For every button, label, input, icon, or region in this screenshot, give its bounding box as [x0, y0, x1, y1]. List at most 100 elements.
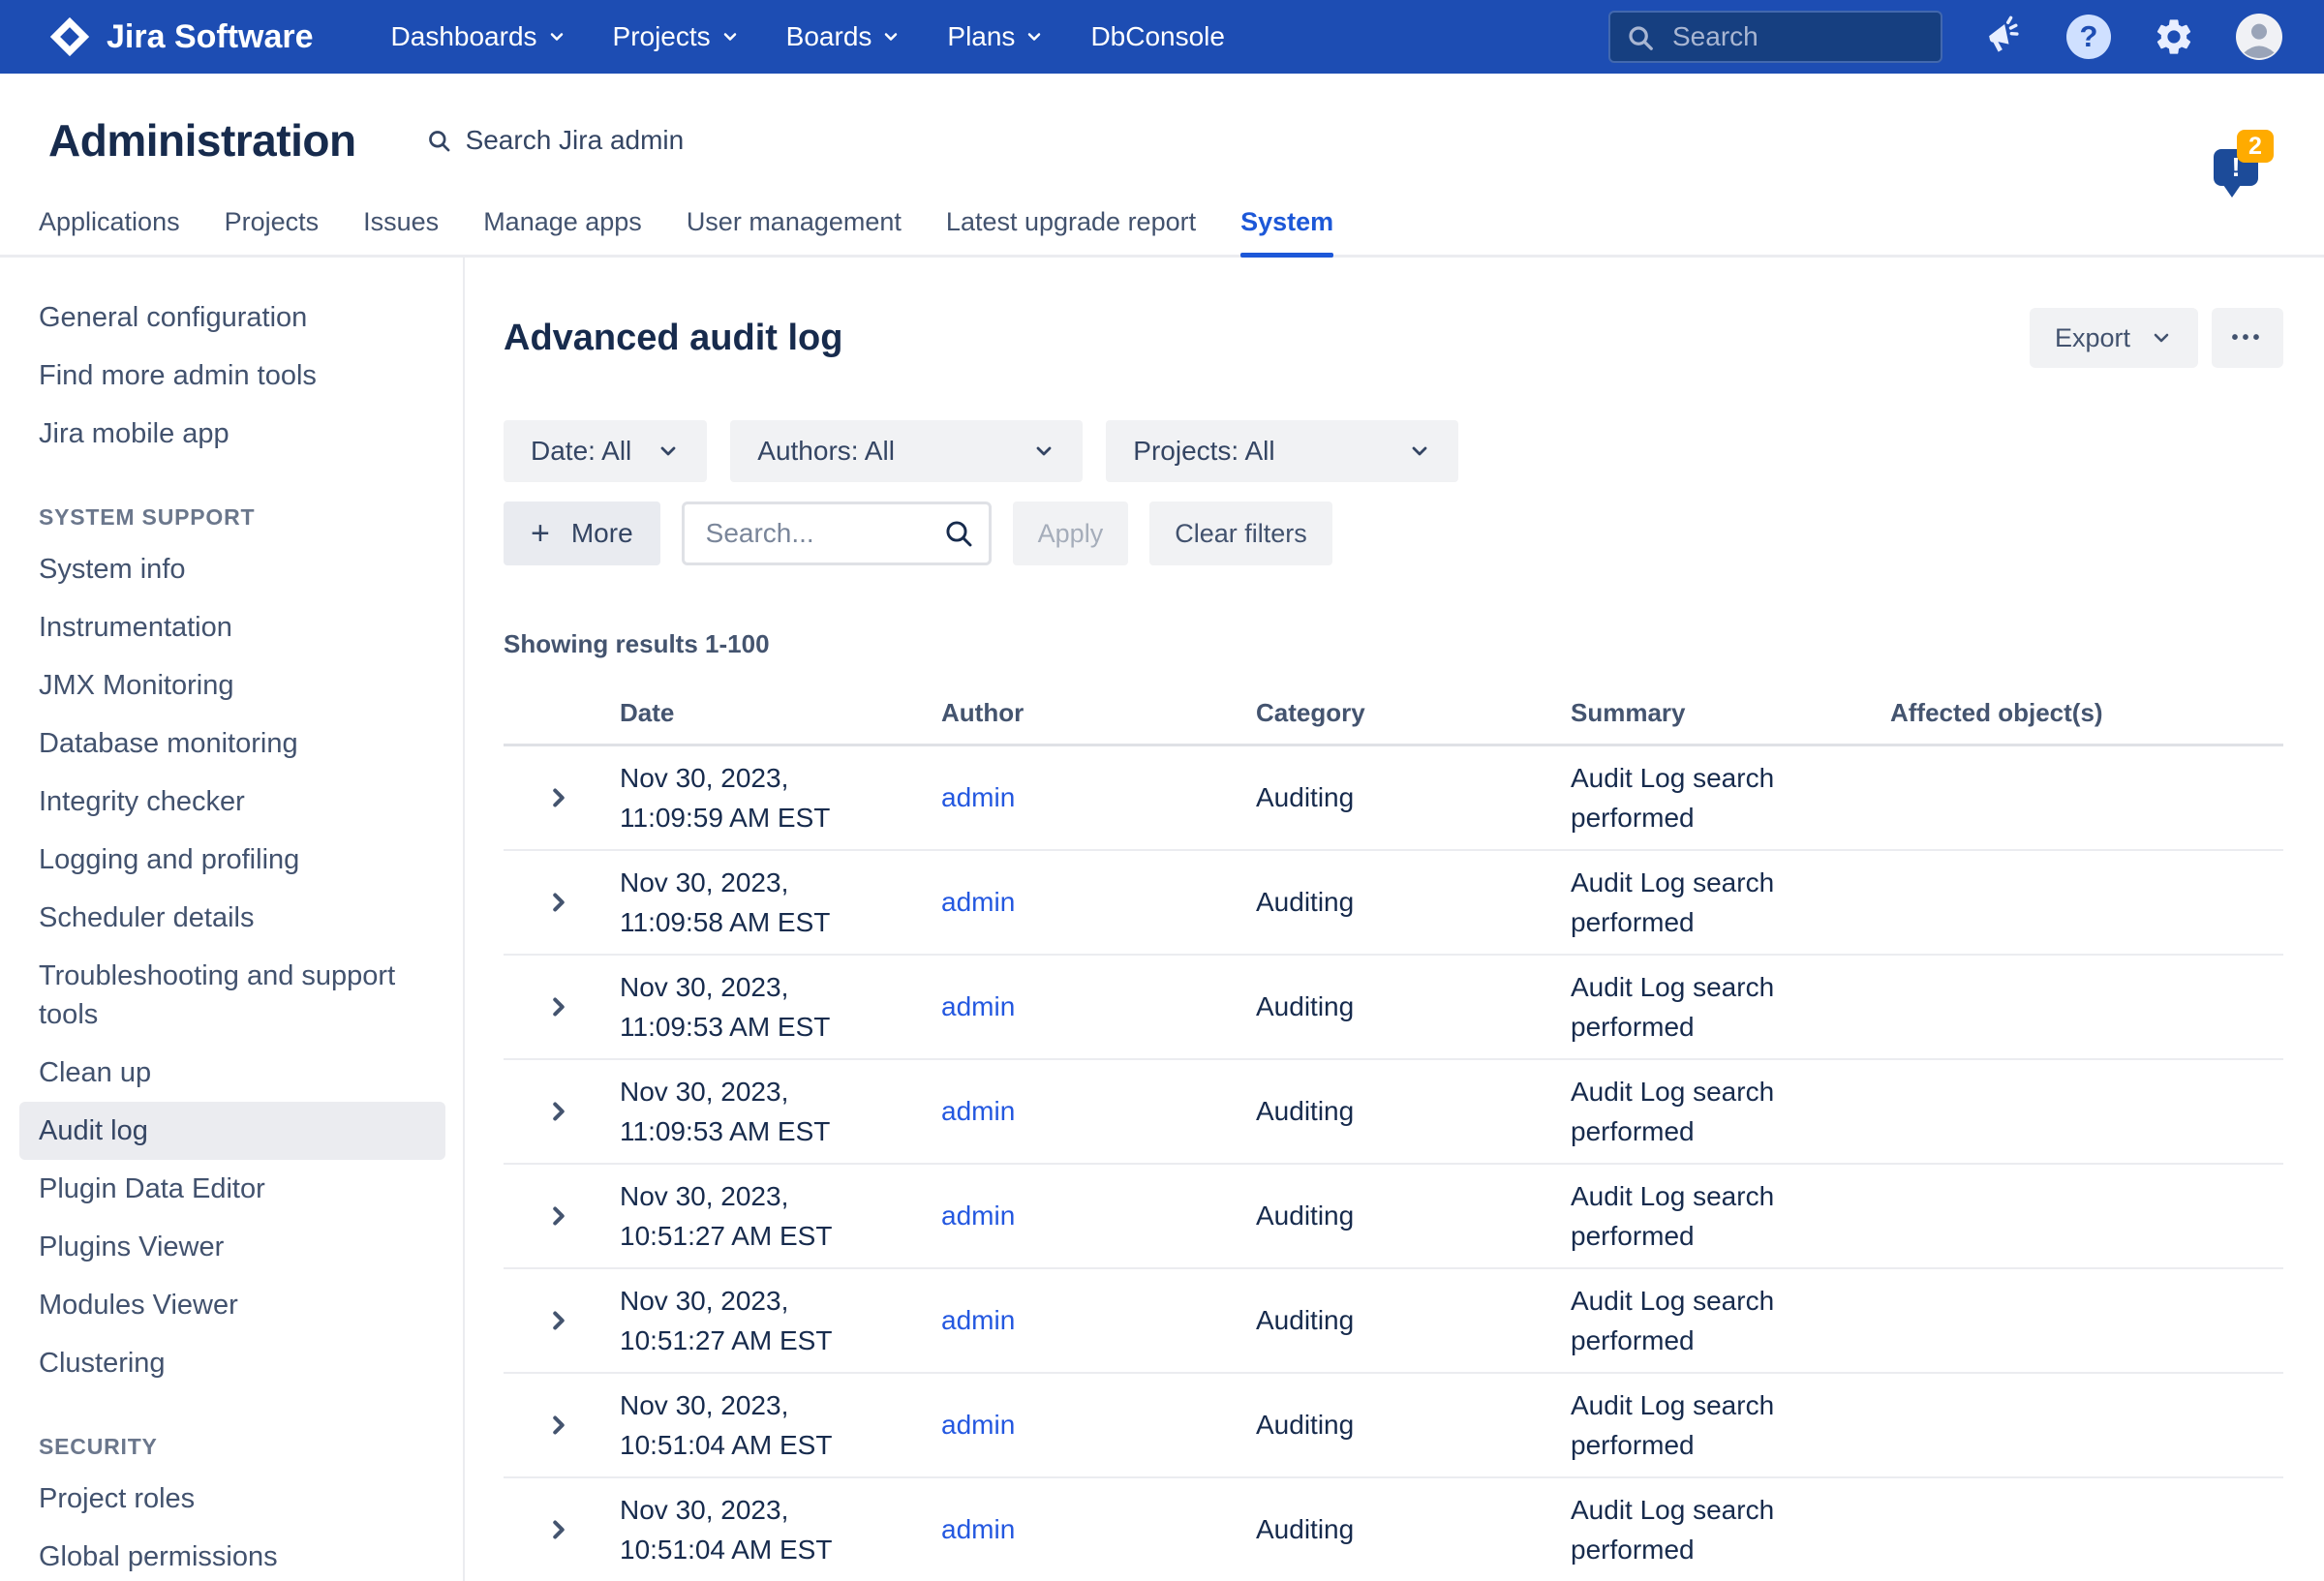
expand-row-icon[interactable]	[504, 1097, 620, 1126]
tab-manage-apps[interactable]: Manage apps	[483, 190, 642, 255]
author-link[interactable]: admin	[941, 887, 1015, 917]
plus-icon: +	[531, 515, 550, 553]
row-date: Nov 30, 2023,	[620, 1385, 941, 1425]
sidebar-item-database-monitoring[interactable]: Database monitoring	[39, 714, 463, 773]
author-link[interactable]: admin	[941, 1305, 1015, 1335]
sidebar-item-instrumentation[interactable]: Instrumentation	[39, 598, 463, 656]
sidebar-item-logging-and-profiling[interactable]: Logging and profiling	[39, 831, 463, 889]
expand-row-icon[interactable]	[504, 992, 620, 1021]
author-link[interactable]: admin	[941, 782, 1015, 812]
tab-projects[interactable]: Projects	[225, 190, 320, 255]
sidebar-item-plugins-viewer[interactable]: Plugins Viewer	[39, 1218, 463, 1276]
expand-row-icon[interactable]	[504, 783, 620, 812]
nav-plans[interactable]: Plans	[947, 21, 1044, 52]
ellipsis-icon: •••	[2231, 327, 2263, 350]
sidebar-item-jira-mobile-app[interactable]: Jira mobile app	[39, 405, 463, 463]
settings-gear-icon[interactable]	[2150, 13, 2198, 61]
sidebar-item-find-more-admin-tools[interactable]: Find more admin tools	[39, 347, 463, 405]
user-avatar[interactable]	[2235, 13, 2283, 61]
sidebar-item-troubleshooting-and-support-tools[interactable]: Troubleshooting and support tools	[39, 947, 407, 1044]
page-title: Administration	[48, 114, 356, 167]
tab-system[interactable]: System	[1240, 190, 1333, 255]
sidebar-item-clustering[interactable]: Clustering	[39, 1334, 463, 1392]
top-navbar: Jira Software Dashboards Projects Boards…	[0, 0, 2324, 74]
sidebar-item-scheduler-details[interactable]: Scheduler details	[39, 889, 463, 947]
table-row: Nov 30, 2023,10:51:04 AM EST admin Audit…	[504, 1478, 2283, 1581]
tab-issues[interactable]: Issues	[363, 190, 439, 255]
author-link[interactable]: admin	[941, 1096, 1015, 1126]
jira-diamond-icon	[48, 15, 91, 58]
nav-dbconsole[interactable]: DbConsole	[1090, 21, 1225, 52]
help-icon[interactable]: ?	[2064, 13, 2113, 61]
admin-header: Administration Search Jira admin ! 2	[0, 74, 2324, 190]
expand-row-icon[interactable]	[504, 1201, 620, 1231]
table-row: Nov 30, 2023,10:51:27 AM EST admin Audit…	[504, 1269, 2283, 1374]
col-header-affected: Affected object(s)	[1890, 698, 2283, 728]
chevron-down-icon	[881, 27, 901, 46]
tab-user-management[interactable]: User management	[687, 190, 902, 255]
tab-applications[interactable]: Applications	[39, 190, 180, 255]
row-time: 10:51:27 AM EST	[620, 1216, 941, 1256]
megaphone-icon[interactable]	[1979, 13, 2028, 61]
projects-filter-dropdown[interactable]: Projects: All	[1106, 420, 1458, 482]
author-link[interactable]: admin	[941, 991, 1015, 1021]
expand-row-icon[interactable]	[504, 888, 620, 917]
global-search-input[interactable]	[1608, 11, 1942, 63]
sidebar-item-clean-up[interactable]: Clean up	[39, 1044, 463, 1102]
row-category: Auditing	[1256, 1514, 1571, 1545]
sidebar-item-general-configuration[interactable]: General configuration	[39, 289, 463, 347]
chevron-down-icon	[720, 27, 740, 46]
col-header-author: Author	[941, 698, 1256, 728]
sidebar-item-global-permissions[interactable]: Global permissions	[39, 1528, 463, 1581]
nav-menu: Dashboards Projects Boards Plans DbConso…	[391, 21, 1225, 52]
jira-logo[interactable]: Jira Software	[48, 15, 314, 58]
notification-badge: 2	[2237, 130, 2274, 163]
sidebar-item-plugin-data-editor[interactable]: Plugin Data Editor	[39, 1160, 463, 1218]
more-filters-label: More	[571, 518, 633, 549]
sidebar-item-project-roles[interactable]: Project roles	[39, 1470, 463, 1528]
apply-button[interactable]: Apply	[1013, 502, 1129, 565]
more-filters-button[interactable]: + More	[504, 502, 660, 565]
date-filter-dropdown[interactable]: Date: All	[504, 420, 707, 482]
expand-row-icon[interactable]	[504, 1515, 620, 1544]
authors-filter-label: Authors: All	[757, 436, 895, 467]
date-filter-label: Date: All	[531, 436, 631, 467]
row-date: Nov 30, 2023,	[620, 1072, 941, 1111]
clear-filters-label: Clear filters	[1175, 519, 1307, 549]
authors-filter-dropdown[interactable]: Authors: All	[730, 420, 1083, 482]
row-date: Nov 30, 2023,	[620, 967, 941, 1007]
search-icon	[1626, 23, 1655, 52]
clear-filters-button[interactable]: Clear filters	[1149, 502, 1332, 565]
row-category: Auditing	[1256, 991, 1571, 1022]
audit-search	[682, 502, 992, 565]
row-summary: Audit Log search performed	[1571, 967, 1808, 1047]
tab-latest-upgrade-report[interactable]: Latest upgrade report	[946, 190, 1196, 255]
chevron-down-icon	[547, 27, 566, 46]
sidebar-item-jmx-monitoring[interactable]: JMX Monitoring	[39, 656, 463, 714]
nav-projects[interactable]: Projects	[613, 21, 740, 52]
sidebar-item-system-info[interactable]: System info	[39, 540, 463, 598]
sidebar-item-modules-viewer[interactable]: Modules Viewer	[39, 1276, 463, 1334]
sidebar-section-system-support: SYSTEM SUPPORT	[39, 494, 463, 540]
expand-row-icon[interactable]	[504, 1306, 620, 1335]
export-label: Export	[2055, 323, 2130, 353]
row-category: Auditing	[1256, 887, 1571, 918]
feedback-icon[interactable]: ! 2	[2214, 137, 2268, 194]
expand-row-icon[interactable]	[504, 1411, 620, 1440]
row-summary: Audit Log search performed	[1571, 1072, 1808, 1151]
author-link[interactable]: admin	[941, 1514, 1015, 1544]
row-time: 10:51:04 AM EST	[620, 1425, 941, 1465]
nav-dashboards[interactable]: Dashboards	[391, 21, 566, 52]
audit-log-main: Advanced audit log Export ••• Date: All	[465, 258, 2324, 1581]
admin-search[interactable]: Search Jira admin	[426, 125, 685, 156]
row-summary: Audit Log search performed	[1571, 1385, 1808, 1465]
author-link[interactable]: admin	[941, 1201, 1015, 1231]
nav-boards[interactable]: Boards	[786, 21, 902, 52]
export-button[interactable]: Export	[2030, 308, 2198, 368]
tab-label: Manage apps	[483, 207, 642, 237]
search-icon[interactable]	[943, 518, 974, 549]
more-actions-button[interactable]: •••	[2212, 308, 2283, 368]
sidebar-item-integrity-checker[interactable]: Integrity checker	[39, 773, 463, 831]
sidebar-item-audit-log[interactable]: Audit log	[19, 1102, 445, 1160]
author-link[interactable]: admin	[941, 1410, 1015, 1440]
